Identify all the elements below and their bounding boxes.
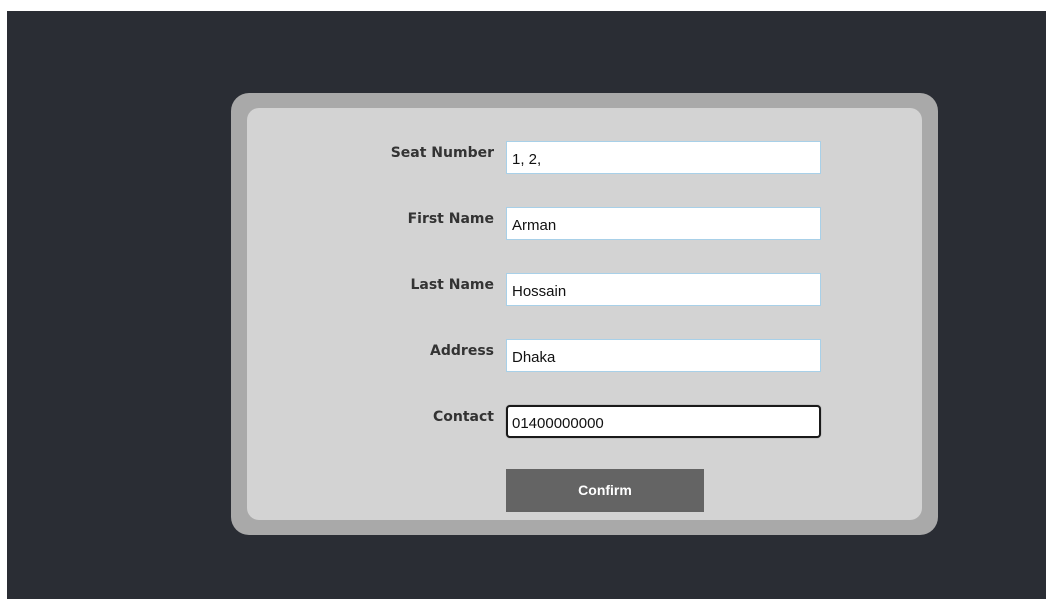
last-name-row: Last Name Hossain — [247, 273, 922, 309]
last-name-input[interactable]: Hossain — [506, 273, 821, 306]
first-name-input[interactable]: Arman — [506, 207, 821, 240]
form-frame: Seat Number 1, 2, First Name Arman Last … — [231, 93, 938, 535]
address-input[interactable]: Dhaka — [506, 339, 821, 372]
contact-row: Contact 01400000000 — [247, 405, 922, 441]
address-row: Address Dhaka — [247, 339, 922, 375]
seat-number-input[interactable]: 1, 2, — [506, 141, 821, 174]
seat-number-label: Seat Number — [390, 145, 494, 161]
first-name-label: First Name — [407, 211, 494, 227]
contact-label: Contact — [433, 409, 494, 425]
page-background: Seat Number 1, 2, First Name Arman Last … — [7, 11, 1046, 599]
confirm-button[interactable]: Confirm — [506, 469, 704, 512]
first-name-row: First Name Arman — [247, 207, 922, 243]
booking-form: Seat Number 1, 2, First Name Arman Last … — [247, 108, 922, 520]
seat-number-row: Seat Number 1, 2, — [247, 141, 922, 177]
last-name-label: Last Name — [410, 277, 494, 293]
contact-input[interactable]: 01400000000 — [506, 405, 821, 438]
address-label: Address — [430, 343, 494, 359]
